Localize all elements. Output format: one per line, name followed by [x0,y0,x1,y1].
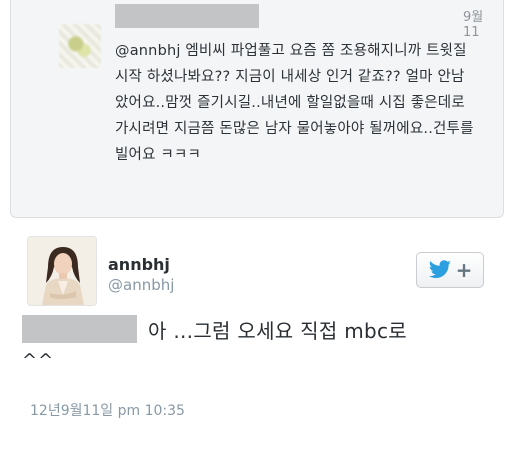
reply-date: 9월 11 [463,10,484,40]
tweet-detail-screen: 9월 11 @annbhj 엠비씨 파업풀고 요즘 쫌 조용해지니까 트윗질 시… [0,0,510,456]
reply-author-name-redacted [115,4,259,28]
twitter-bird-icon [428,260,451,278]
main-tweet-card: annbhj @annbhj + 아 ...그럼 오세요 직접 mbc로 ^^ … [0,220,510,456]
reply-tweet-text: @annbhj 엠비씨 파업풀고 요즘 쫌 조용해지니까 트윗질 시작 하셨나봐… [115,43,474,163]
follow-plus-icon: + [455,258,473,282]
author-photo-icon [28,237,96,305]
mention-redacted [22,315,137,343]
reply-author-avatar[interactable] [59,24,101,68]
author-handle[interactable]: @annbhj [108,276,174,294]
author-name[interactable]: annbhj [108,255,170,274]
author-avatar[interactable] [27,236,97,306]
tweet-timestamp[interactable]: 12년9월11일 pm 10:35 [30,400,185,420]
follow-button[interactable]: + [416,252,484,288]
tweet-text-line1: 아 ...그럼 오세요 직접 mbc로 [148,319,407,343]
reply-tweet-card[interactable]: 9월 11 @annbhj 엠비씨 파업풀고 요즘 쫌 조용해지니까 트윗질 시… [10,0,504,218]
tweet-text-line2: ^^ [22,350,55,371]
